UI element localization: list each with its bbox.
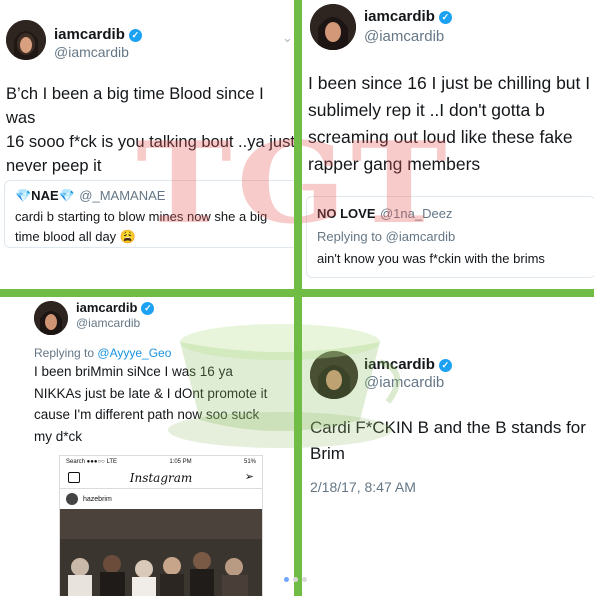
- user-handle[interactable]: @iamcardib: [364, 374, 444, 391]
- tweet-line: my d*ck: [34, 428, 83, 444]
- tweet-line: never peep it: [6, 156, 102, 175]
- post-avatar[interactable]: [66, 493, 78, 505]
- replying-to: Replying to @Ayyye_Geo: [34, 346, 171, 360]
- collage-frame: iamcardib ✓ @iamcardib ⌄ B’ch I been a bi…: [0, 0, 594, 596]
- avatar[interactable]: [310, 4, 356, 50]
- tweet-line: Cardi F*CKIN B and the B stands for: [310, 418, 586, 437]
- display-name-text: iamcardib: [76, 300, 138, 315]
- tweet-line: NIKKAs just be late & I dOnt promote it: [34, 385, 268, 401]
- carrier-label: Search ●●●○○ LTE: [66, 459, 118, 465]
- post-username[interactable]: hazebrim: [83, 496, 112, 503]
- display-name[interactable]: iamcardib ✓: [364, 356, 452, 373]
- ios-status-bar: Search ●●●○○ LTE 1:05 PM 51%: [60, 456, 262, 468]
- tweet-panel-1: iamcardib ✓ @iamcardib ⌄ B’ch I been a bi…: [0, 0, 294, 289]
- quoted-text-line: cardi b starting to blow mines now she a…: [15, 209, 268, 224]
- tweet-timestamp[interactable]: 2/18/17, 8:47 AM: [310, 479, 416, 495]
- quoted-tweet[interactable]: NO LOVE @1na_Deez Replying to @iamcardib…: [306, 196, 594, 278]
- replying-to-handle[interactable]: @iamcardib: [386, 229, 456, 244]
- battery-label: 51%: [243, 459, 256, 465]
- post-header: hazebrim: [60, 489, 262, 509]
- tweet-text: Cardi F*CKIN B and the B stands for Brim: [310, 415, 594, 468]
- quoted-name: 💎NAE💎: [15, 188, 75, 203]
- pager-dot-active[interactable]: [284, 577, 289, 582]
- quoted-text-line: time blood all day 😩: [15, 228, 136, 244]
- replying-to-label: Replying to: [34, 346, 95, 360]
- carousel-pager[interactable]: [284, 577, 307, 582]
- instagram-screenshot: Search ●●●○○ LTE 1:05 PM 51% Instagram ➢…: [59, 455, 263, 596]
- vertical-divider: [294, 0, 302, 596]
- tweet-line: I been briMmin siNce I was 16 ya: [34, 364, 233, 379]
- tweet-line: screaming out loud like these fake: [308, 127, 573, 148]
- pager-dot[interactable]: [302, 577, 307, 582]
- verified-badge-icon: ✓: [128, 29, 142, 42]
- chevron-down-icon[interactable]: ⌄: [282, 30, 293, 46]
- verified-badge-icon: ✓: [438, 359, 452, 372]
- quoted-text-line: ain't know you was f*ckin with the brims: [317, 251, 545, 266]
- pager-dot[interactable]: [293, 577, 298, 582]
- avatar[interactable]: [34, 301, 68, 335]
- quoted-handle: @1na_Deez: [379, 206, 453, 221]
- quoted-name: NO LOVE: [317, 206, 376, 221]
- tweet-text: I been since 16 I just be chilling but I…: [308, 70, 594, 179]
- display-name-text: iamcardib: [54, 26, 125, 43]
- display-name-text: iamcardib: [364, 356, 435, 373]
- user-handle[interactable]: @iamcardib: [76, 316, 140, 330]
- display-name[interactable]: iamcardib ✓: [364, 8, 452, 25]
- display-name[interactable]: iamcardib ✓: [76, 300, 155, 315]
- quoted-tweet[interactable]: 💎NAE💎 @_MAMANAE cardi b starting to blow…: [4, 180, 294, 248]
- avatar[interactable]: [310, 351, 358, 399]
- instagram-logo: Instagram: [129, 471, 193, 485]
- tweet-line: sublimely rep it ..I don't gotta b: [308, 100, 545, 121]
- quoted-handle: @_MAMANAE: [79, 188, 166, 203]
- tweet-line: 16 sooo f*ck is you talking bout ..ya ju…: [6, 132, 294, 151]
- tweet-line: I been since 16 I just be chilling but I: [308, 73, 591, 93]
- instagram-header: Instagram ➢: [60, 468, 262, 489]
- display-name-text: iamcardib: [364, 8, 435, 25]
- horizontal-divider: [0, 289, 594, 297]
- replying-to-handle[interactable]: @Ayyye_Geo: [97, 346, 171, 360]
- tweet-text: B’ch I been a big time Blood since I was…: [6, 83, 294, 179]
- user-handle[interactable]: @iamcardib: [364, 28, 444, 45]
- send-icon[interactable]: ➢: [245, 470, 254, 483]
- verified-badge-icon: ✓: [438, 11, 452, 24]
- tweet-panel-2: iamcardib ✓ @iamcardib I been since 16 I …: [302, 0, 594, 289]
- tweet-line: rapper gang members: [308, 154, 481, 175]
- tweet-line: B’ch I been a big time Blood since I was: [6, 85, 264, 127]
- verified-badge-icon: ✓: [141, 302, 155, 315]
- status-time: 1:05 PM: [169, 459, 192, 465]
- tweet-line: Brim: [310, 444, 345, 464]
- tweet-panel-4: iamcardib ✓ @iamcardib Cardi F*CKIN B and…: [302, 297, 594, 596]
- user-handle[interactable]: @iamcardib: [54, 44, 129, 60]
- display-name[interactable]: iamcardib ✓: [54, 26, 142, 43]
- post-photo: [60, 509, 262, 596]
- tweet-line: cause I'm different path now soo suck: [34, 407, 260, 423]
- replying-to-label: Replying to: [317, 229, 383, 244]
- tweet-text: I been briMmin siNce I was 16 ya NIKKAs …: [34, 361, 294, 447]
- avatar[interactable]: [6, 20, 46, 60]
